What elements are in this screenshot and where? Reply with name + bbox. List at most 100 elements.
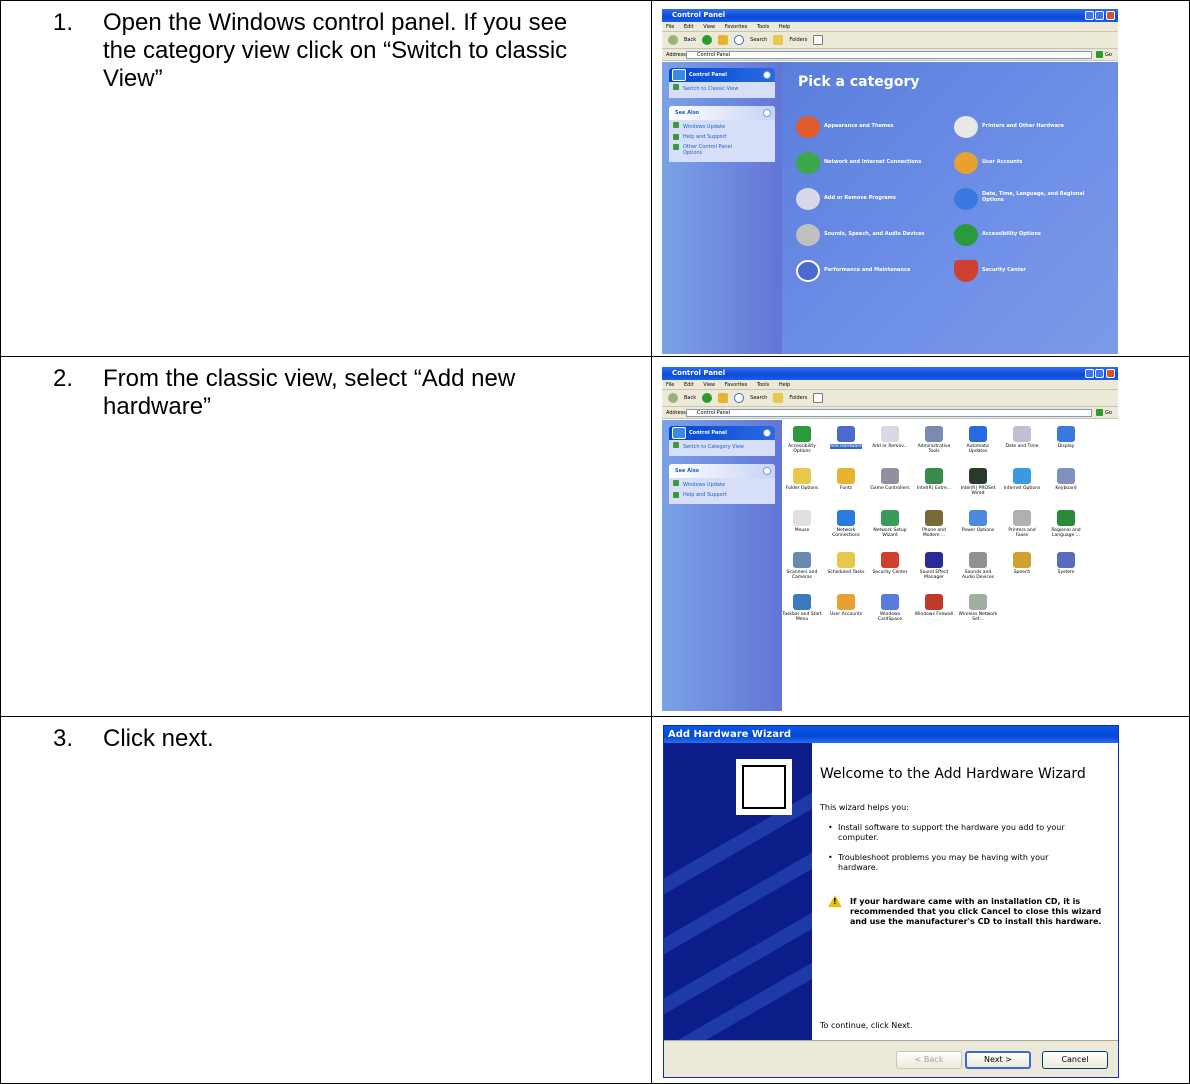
search-button[interactable]: Search [750, 390, 767, 407]
see-also-header[interactable]: See Also [669, 106, 775, 120]
control-panel-item[interactable]: User Accounts [826, 594, 866, 617]
menu-tools[interactable]: Tools [757, 382, 769, 388]
control-panel-header[interactable]: Control Panel [669, 68, 775, 82]
control-panel-item[interactable]: Add Hardware [826, 426, 866, 449]
control-panel-item[interactable]: Printers and Faxes [1002, 510, 1042, 538]
control-panel-item[interactable]: Fonts [826, 468, 866, 491]
control-panel-item[interactable]: Wireless Network Set... [958, 594, 998, 622]
collapse-icon[interactable] [763, 109, 771, 117]
views-icon[interactable] [813, 35, 824, 45]
see-also-header[interactable]: See Also [669, 464, 775, 478]
menu-view[interactable]: View [703, 24, 715, 30]
control-panel-item-icon [969, 552, 987, 568]
maximize-button[interactable] [1095, 11, 1104, 20]
control-panel-item[interactable]: Windows Firewall [914, 594, 954, 617]
close-button[interactable] [1106, 369, 1115, 378]
wizard-bullet: Troubleshoot problems you may be having … [824, 853, 1084, 873]
control-panel-item[interactable]: Administrative Tools [914, 426, 954, 454]
control-panel-item-icon [793, 552, 811, 568]
control-panel-item-icon [1057, 426, 1075, 442]
control-panel-item[interactable]: Power Options [958, 510, 998, 533]
control-panel-item[interactable]: Add or Remov... [870, 426, 910, 449]
back-icon[interactable] [668, 35, 678, 45]
control-panel-item[interactable]: Display [1046, 426, 1086, 449]
menu-file[interactable]: File [666, 382, 674, 388]
address-input[interactable]: Control Panel [686, 51, 1092, 59]
control-panel-item-label: Add or Remov... [872, 444, 908, 449]
control-panel-item[interactable]: Security Center [870, 552, 910, 575]
back-button[interactable]: < Back [896, 1051, 962, 1069]
up-folder-icon[interactable] [718, 35, 729, 45]
windows-update-link[interactable]: Windows Update [669, 478, 775, 490]
collapse-icon[interactable] [763, 429, 771, 437]
control-panel-item[interactable]: Date and Time [1002, 426, 1042, 449]
control-panel-item[interactable]: Automatic Updates [958, 426, 998, 454]
control-panel-item[interactable]: Internet Options [1002, 468, 1042, 491]
menu-favorites[interactable]: Favorites [725, 382, 748, 388]
control-panel-item[interactable]: Mouse [782, 510, 822, 533]
menu-file[interactable]: File [666, 24, 674, 30]
search-button[interactable]: Search [750, 32, 767, 49]
help-support-link[interactable]: Help and Support [669, 490, 775, 504]
control-panel-item[interactable]: Scheduled Tasks [826, 552, 866, 575]
windows-update-link[interactable]: Windows Update [669, 120, 775, 132]
menu-favorites[interactable]: Favorites [725, 24, 748, 30]
control-panel-item[interactable]: Speech [1002, 552, 1042, 575]
control-panel-item[interactable]: Folder Options [782, 468, 822, 491]
address-input[interactable]: Control Panel [686, 409, 1092, 417]
collapse-icon[interactable] [763, 71, 771, 79]
menu-tools[interactable]: Tools [757, 24, 769, 30]
go-button[interactable]: Go [1096, 408, 1114, 418]
control-panel-item[interactable]: Phone and Modem ... [914, 510, 954, 538]
control-panel-item-icon [881, 594, 899, 610]
control-panel-item[interactable]: Taskbar and Start Menu [782, 594, 822, 622]
go-button[interactable]: Go [1096, 50, 1114, 60]
close-button[interactable] [1106, 11, 1115, 20]
maximize-button[interactable] [1095, 369, 1104, 378]
control-panel-item[interactable]: Keyboard [1046, 468, 1086, 491]
collapse-icon[interactable] [763, 467, 771, 475]
help-support-link[interactable]: Help and Support [669, 132, 775, 142]
back-icon[interactable] [668, 393, 678, 403]
control-panel-item[interactable]: Regional and Language ... [1046, 510, 1086, 538]
menu-help[interactable]: Help [779, 24, 790, 30]
up-folder-icon[interactable] [718, 393, 729, 403]
control-panel-item[interactable]: System [1046, 552, 1086, 575]
switch-to-category-link[interactable]: Switch to Category View [669, 440, 775, 456]
other-options-link[interactable]: Other Control Panel Options [669, 142, 749, 162]
forward-icon[interactable] [702, 35, 713, 45]
minimize-button[interactable] [1085, 11, 1094, 20]
control-panel-item[interactable]: Accessibility Options [782, 426, 822, 454]
control-panel-item[interactable]: Network Connections [826, 510, 866, 538]
search-icon [734, 393, 745, 403]
control-panel-header[interactable]: Control Panel [669, 426, 775, 440]
control-panel-item[interactable]: Network Setup Wizard [870, 510, 910, 538]
menu-help[interactable]: Help [779, 382, 790, 388]
control-panel-item-label: Accessibility Options [788, 444, 816, 454]
back-button[interactable]: Back [684, 390, 696, 407]
category-area: Pick a category Appearance and Themes Pr… [782, 62, 1118, 354]
control-panel-item[interactable]: Windows CardSpace [870, 594, 910, 622]
control-panel-item[interactable]: Game Controllers [870, 468, 910, 491]
control-panel-item[interactable]: Sounds and Audio Devices [958, 552, 998, 580]
step-row-1: 1. Open the Windows control panel. If yo… [1, 1, 1189, 357]
task-pane: Control Panel Switch to Classic View See… [662, 62, 782, 354]
control-panel-item[interactable]: Intel(R) PROSet Wired [958, 468, 998, 496]
next-button[interactable]: Next > [965, 1051, 1031, 1069]
control-panel-item-label: Network Connections [832, 528, 860, 538]
control-panel-item[interactable]: Scanners and Cameras [782, 552, 822, 580]
step-text: From the classic view, select “Add new h… [103, 365, 516, 420]
minimize-button[interactable] [1085, 369, 1094, 378]
back-button[interactable]: Back [684, 32, 696, 49]
menu-view[interactable]: View [703, 382, 715, 388]
folders-button[interactable]: Folders [789, 32, 807, 49]
views-icon[interactable] [813, 393, 824, 403]
switch-to-classic-link[interactable]: Switch to Classic View [669, 82, 775, 98]
control-panel-item[interactable]: Intel(R) Extre... [914, 468, 954, 491]
forward-icon[interactable] [702, 393, 713, 403]
folders-button[interactable]: Folders [789, 390, 807, 407]
menu-edit[interactable]: Edit [684, 382, 694, 388]
control-panel-item[interactable]: Sound Effect Manager [914, 552, 954, 580]
cancel-button[interactable]: Cancel [1042, 1051, 1108, 1069]
menu-edit[interactable]: Edit [684, 24, 694, 30]
